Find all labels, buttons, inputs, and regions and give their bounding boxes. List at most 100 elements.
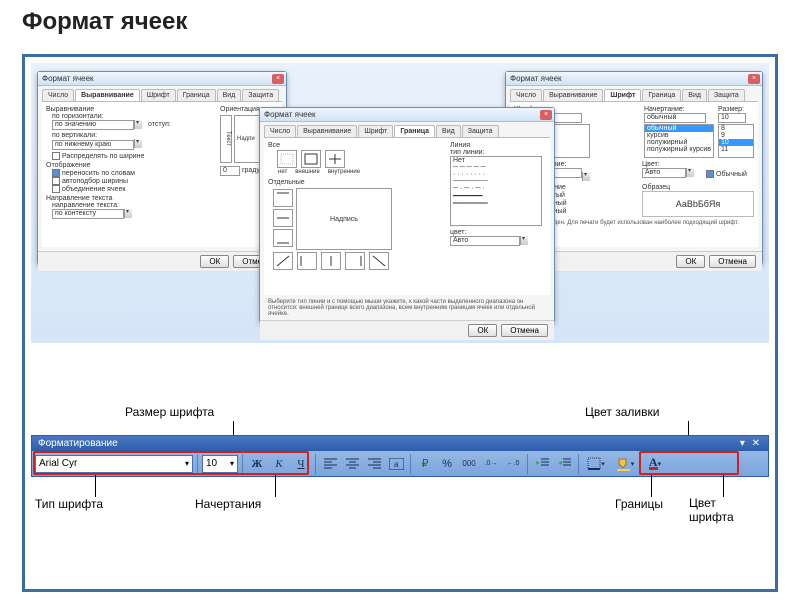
checkbox-autofit[interactable] (52, 177, 60, 185)
inc-indent-icon[interactable] (554, 454, 574, 474)
underline-button[interactable]: Ч (291, 454, 311, 474)
tab-protect[interactable]: Защита (242, 89, 279, 101)
percent-icon[interactable]: % (437, 454, 457, 474)
combo-bordercolor[interactable]: Авто (450, 236, 520, 246)
align-center-icon[interactable] (342, 454, 362, 474)
checkbox-justify[interactable] (52, 152, 60, 160)
chevron-down-icon: ▾ (601, 460, 605, 468)
tab-alignment[interactable]: Выравнивание (543, 89, 603, 101)
tab-border[interactable]: Граница (642, 89, 681, 101)
chevron-down-icon[interactable] (520, 236, 528, 245)
list-sizes[interactable]: 8 9 10 11 (718, 124, 754, 158)
input-size[interactable]: 10 (718, 113, 746, 123)
checkbox-normal[interactable] (706, 170, 714, 178)
spinner-degrees[interactable]: 0 (220, 166, 240, 176)
border-diag1-icon[interactable] (273, 252, 293, 270)
thousands-icon[interactable]: 000 (459, 454, 479, 474)
list-linestyles[interactable]: Нет ─ ─ ─ ─ ─ · · · · · · · · ─────── ─ … (450, 156, 542, 226)
label-size: Размер: (718, 106, 754, 113)
ok-button[interactable]: ОК (676, 255, 705, 268)
border-none-icon[interactable] (277, 150, 297, 168)
tab-protect[interactable]: Защита (708, 89, 745, 101)
border-left-icon[interactable] (297, 252, 317, 270)
list-styles[interactable]: обычный курсив полужирный полужирный кур… (644, 124, 714, 158)
svg-text:a: a (394, 460, 399, 469)
combo-dir[interactable]: по контексту (52, 209, 124, 219)
tab-border[interactable]: Граница (177, 89, 216, 101)
combo-fontcolor[interactable]: Авто (642, 168, 686, 178)
combo-vert[interactable]: по нижнему краю (52, 140, 134, 150)
list-item[interactable]: курсив (645, 132, 713, 139)
border-right-icon[interactable] (345, 252, 365, 270)
list-item[interactable]: полужирный курсив (645, 146, 713, 153)
tab-protect[interactable]: Защита (462, 125, 499, 137)
border-top-icon[interactable] (273, 189, 293, 207)
border-bottom-icon[interactable] (273, 229, 293, 247)
ok-button[interactable]: ОК (200, 255, 229, 268)
align-right-icon[interactable] (364, 454, 384, 474)
chevron-down-icon[interactable] (686, 168, 694, 177)
list-item[interactable]: ═══════ (451, 200, 541, 207)
label-bordercolor: цвет: (450, 229, 546, 236)
chevron-down-icon[interactable] (134, 139, 142, 148)
inc-decimal-icon[interactable]: .0→ (481, 454, 501, 474)
font-color-button[interactable]: А▾ (641, 454, 669, 474)
combo-horiz[interactable]: по значению (52, 120, 134, 130)
tab-font[interactable]: Шрифт (604, 89, 641, 101)
tab-number[interactable]: Число (42, 89, 74, 101)
list-item[interactable]: Нет (451, 157, 541, 164)
font-combo[interactable]: Arial Cyr▾ (35, 455, 193, 473)
tab-alignment[interactable]: Выравнивание (75, 89, 140, 101)
tab-number[interactable]: Число (510, 89, 542, 101)
currency-icon[interactable]: ₽ (415, 454, 435, 474)
tab-fill[interactable]: Вид (436, 125, 461, 137)
align-left-icon[interactable] (320, 454, 340, 474)
size-combo[interactable]: 10▾ (202, 455, 238, 473)
border-mid-h-icon[interactable] (273, 209, 293, 227)
fill-color-button[interactable]: ▾ (611, 454, 639, 474)
chevron-down-icon[interactable] (134, 120, 142, 129)
input-style[interactable]: обычный (644, 113, 706, 123)
dialog-align-title-text: Формат ячеек (42, 74, 94, 83)
tab-fill[interactable]: Вид (217, 89, 242, 101)
borders-button[interactable]: ▾ (583, 454, 609, 474)
close-icon[interactable]: × (748, 74, 760, 84)
bold-button[interactable]: Ж (247, 454, 267, 474)
border-mid-v-icon[interactable] (321, 252, 341, 270)
tab-fill[interactable]: Вид (682, 89, 707, 101)
tab-font[interactable]: Шрифт (141, 89, 176, 101)
list-item[interactable]: 10 (719, 139, 753, 146)
tab-alignment[interactable]: Выравнивание (297, 125, 357, 137)
tab-number[interactable]: Число (264, 125, 296, 137)
close-icon[interactable]: × (272, 74, 284, 84)
cancel-button[interactable]: Отмена (501, 324, 548, 337)
list-item[interactable]: 9 (719, 132, 753, 139)
border-diag2-icon[interactable] (369, 252, 389, 270)
tab-border[interactable]: Граница (394, 125, 435, 137)
chevron-down-icon[interactable] (582, 172, 590, 181)
toolbar-window-controls[interactable]: ▾ ✕ (740, 436, 762, 451)
slide-frame: Формат ячеек × Число Выравнивание Шрифт … (22, 54, 778, 592)
checkbox-merge[interactable] (52, 185, 60, 193)
checkbox-wrap[interactable] (52, 169, 60, 177)
list-item[interactable]: ─ · ─ · ─ · (451, 185, 541, 192)
dec-decimal-icon[interactable]: ←.0 (503, 454, 523, 474)
border-inner-icon[interactable] (325, 150, 345, 168)
list-item[interactable]: ─ ─ ─ ─ ─ (451, 164, 541, 171)
italic-button[interactable]: К (269, 454, 289, 474)
dec-indent-icon[interactable] (532, 454, 552, 474)
list-item[interactable]: полужирный (645, 139, 713, 146)
merge-center-icon[interactable]: a (386, 454, 406, 474)
ok-button[interactable]: ОК (468, 324, 497, 337)
list-item[interactable]: обычный (645, 125, 713, 132)
chevron-down-icon[interactable] (124, 209, 132, 218)
list-item[interactable]: · · · · · · · · (451, 171, 541, 178)
list-item[interactable]: ━━━━━━━ (451, 192, 541, 200)
cancel-button[interactable]: Отмена (709, 255, 756, 268)
list-item[interactable]: 11 (719, 146, 753, 153)
border-outer-icon[interactable] (301, 150, 321, 168)
tab-font[interactable]: Шрифт (358, 125, 393, 137)
close-icon[interactable]: × (540, 110, 552, 120)
list-item[interactable]: ─────── (451, 178, 541, 185)
list-item[interactable]: 8 (719, 125, 753, 132)
